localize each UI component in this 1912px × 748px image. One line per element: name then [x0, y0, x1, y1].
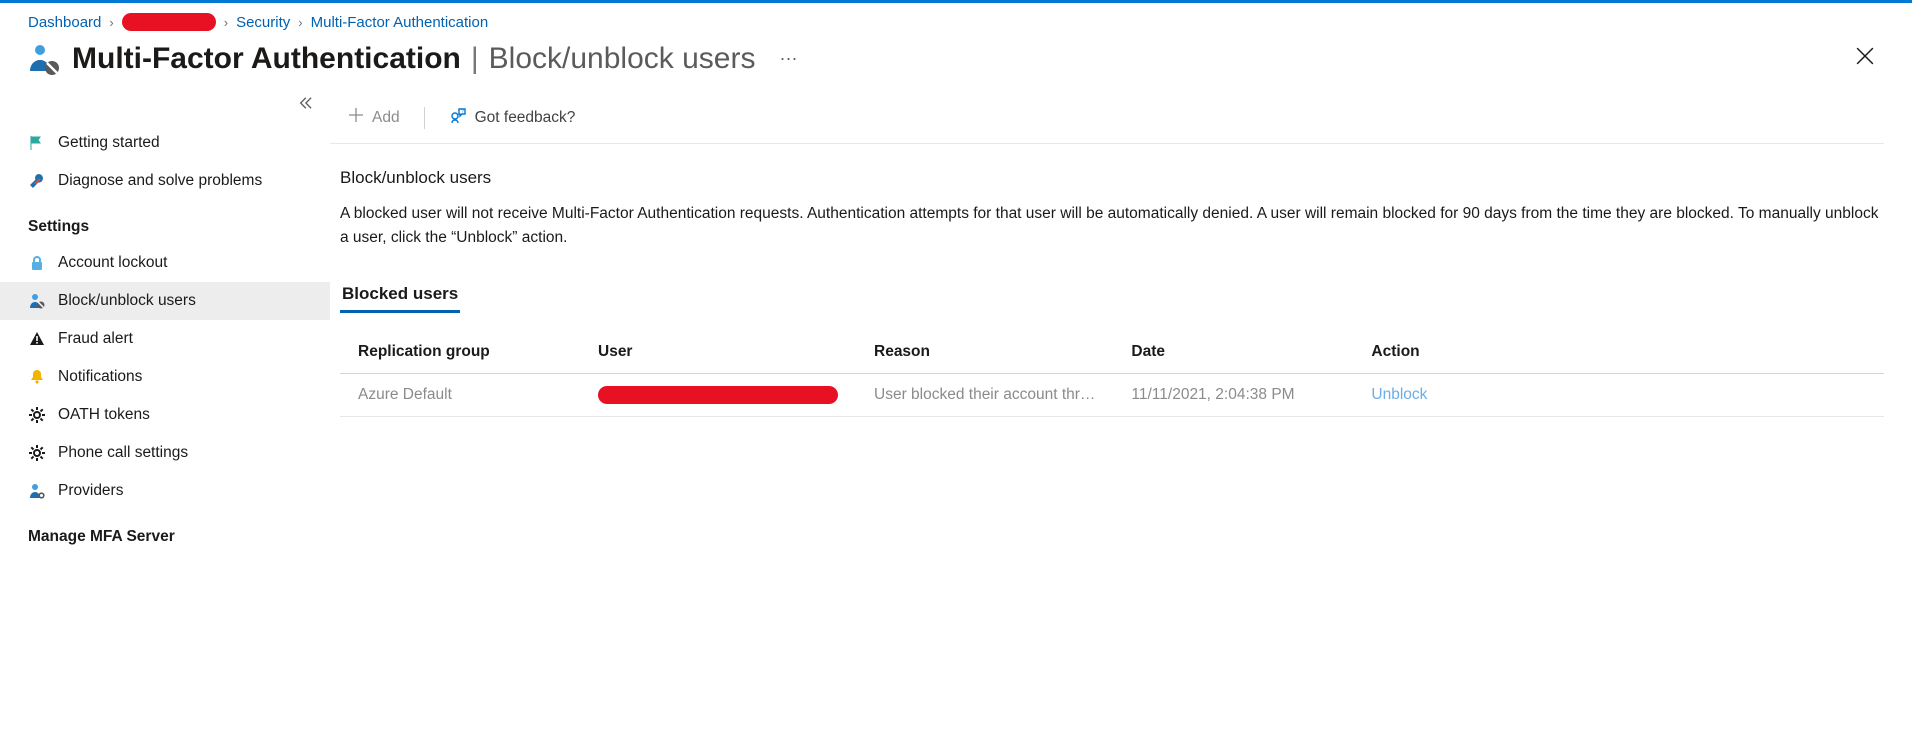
sidebar-item-phone-call-settings[interactable]: Phone call settings: [0, 434, 330, 472]
breadcrumb-item[interactable]: Security: [236, 14, 290, 31]
add-button-label: Add: [372, 109, 400, 127]
feedback-button[interactable]: ? Got feedback?: [441, 102, 584, 133]
chevron-right-icon: ›: [107, 15, 115, 30]
page-title: Multi-Factor Authentication: [72, 42, 461, 76]
sidebar-item-label: Fraud alert: [58, 330, 133, 348]
sidebar-item-providers[interactable]: Providers: [0, 472, 330, 510]
svg-text:?: ?: [461, 109, 464, 115]
sidebar-heading-settings: Settings: [0, 200, 330, 244]
chevron-right-icon: ›: [222, 15, 230, 30]
col-replication-group[interactable]: Replication group: [340, 331, 580, 374]
add-button[interactable]: Add: [340, 103, 408, 132]
sidebar-item-label: Diagnose and solve problems: [58, 172, 262, 190]
sidebar-heading-manage-mfa: Manage MFA Server: [0, 510, 330, 554]
gear-icon: [28, 406, 46, 424]
col-action[interactable]: Action: [1353, 331, 1884, 374]
page-subtitle: Block/unblock users: [489, 42, 756, 76]
cell-replication-group: Azure Default: [340, 374, 580, 417]
sidebar-item-label: OATH tokens: [58, 406, 150, 424]
sidebar-item-label: Block/unblock users: [58, 292, 196, 310]
blocked-users-heading: Blocked users: [340, 284, 460, 313]
plus-icon: [348, 107, 364, 128]
toolbar-separator: [424, 107, 425, 129]
cell-date: 11/11/2021, 2:04:38 PM: [1113, 374, 1353, 417]
flag-icon: [28, 134, 46, 152]
gear-icon: [28, 444, 46, 462]
sidebar: Getting started Diagnose and solve probl…: [0, 86, 330, 554]
main-content: Add ? Got feedback? Block/unblock users …: [330, 86, 1912, 554]
sidebar-item-label: Notifications: [58, 368, 142, 386]
section-title: Block/unblock users: [340, 168, 1884, 202]
table-header-row: Replication group User Reason Date Actio…: [340, 331, 1884, 374]
unblock-action[interactable]: Unblock: [1353, 374, 1884, 417]
feedback-button-label: Got feedback?: [475, 109, 576, 127]
sidebar-item-label: Phone call settings: [58, 444, 188, 462]
col-user[interactable]: User: [580, 331, 856, 374]
sidebar-item-oath-tokens[interactable]: OATH tokens: [0, 396, 330, 434]
table-row[interactable]: Azure Default User blocked their account…: [340, 374, 1884, 417]
chevron-right-icon: ›: [296, 15, 304, 30]
toolbar: Add ? Got feedback?: [330, 86, 1884, 144]
breadcrumb-item[interactable]: Dashboard: [28, 14, 101, 31]
feedback-icon: ?: [449, 106, 467, 129]
cell-reason: User blocked their account thr…: [856, 374, 1113, 417]
cell-user: [580, 374, 856, 417]
close-button[interactable]: [1850, 41, 1880, 76]
warning-icon: [28, 330, 46, 348]
sidebar-item-getting-started[interactable]: Getting started: [0, 124, 330, 162]
section-description: A blocked user will not receive Multi-Fa…: [340, 202, 1884, 250]
sidebar-item-fraud-alert[interactable]: Fraud alert: [0, 320, 330, 358]
sidebar-item-label: Providers: [58, 482, 123, 500]
sidebar-item-label: Getting started: [58, 134, 160, 152]
mfa-user-icon: [28, 43, 60, 75]
blocked-users-table: Replication group User Reason Date Actio…: [340, 331, 1884, 417]
sidebar-item-account-lockout[interactable]: Account lockout: [0, 244, 330, 282]
sidebar-item-diagnose[interactable]: Diagnose and solve problems: [0, 162, 330, 200]
lock-icon: [28, 254, 46, 272]
col-reason[interactable]: Reason: [856, 331, 1113, 374]
breadcrumb-item[interactable]: Multi-Factor Authentication: [311, 14, 489, 31]
wrench-icon: [28, 172, 46, 190]
sidebar-item-notifications[interactable]: Notifications: [0, 358, 330, 396]
breadcrumb-item-redacted[interactable]: [122, 13, 216, 31]
sidebar-item-label: Account lockout: [58, 254, 167, 272]
collapse-sidebar-button[interactable]: [0, 92, 330, 124]
sidebar-item-block-unblock[interactable]: Block/unblock users: [0, 282, 330, 320]
breadcrumb: Dashboard › › Security › Multi-Factor Au…: [0, 3, 1912, 35]
col-date[interactable]: Date: [1113, 331, 1353, 374]
title-divider: |: [461, 42, 489, 76]
bell-icon: [28, 368, 46, 386]
redacted-user: [598, 386, 838, 404]
page-header: Multi-Factor Authentication | Block/unbl…: [0, 35, 1912, 86]
user-icon: [28, 482, 46, 500]
user-block-icon: [28, 292, 46, 310]
more-menu-button[interactable]: ···: [779, 48, 797, 69]
